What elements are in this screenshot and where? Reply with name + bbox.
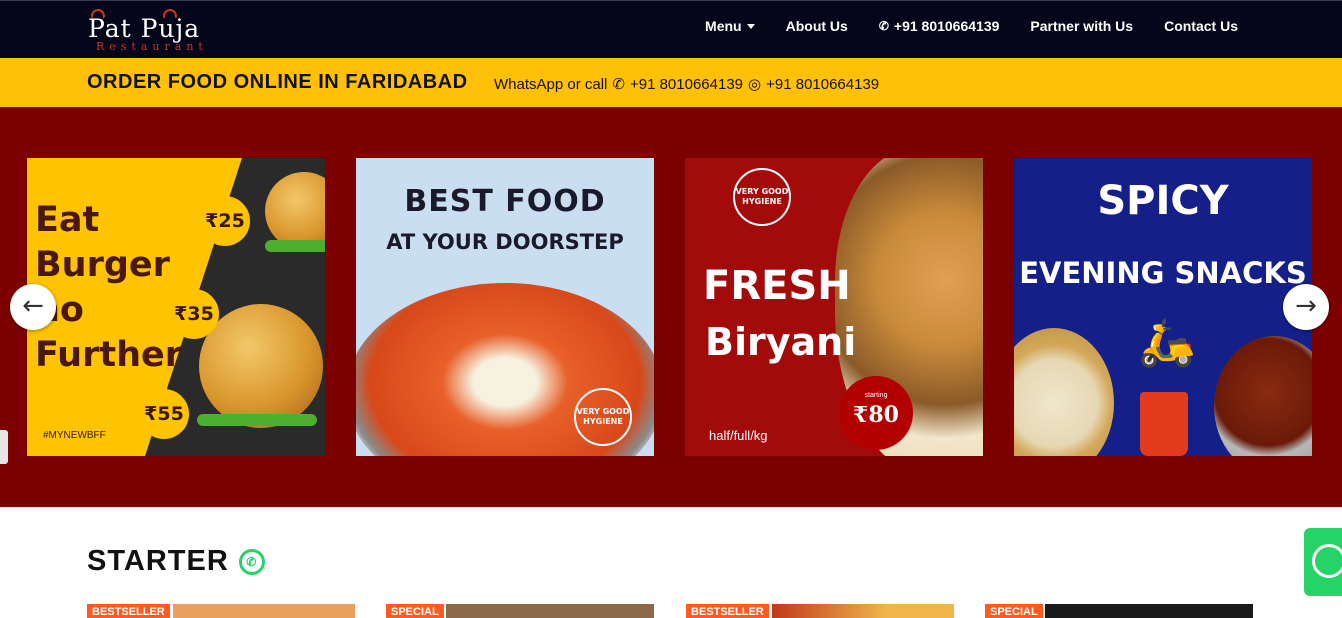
brand-name: Pat Puja <box>88 14 201 43</box>
nav-menu: Menu About Us ✆ +91 8010664139 Partner w… <box>705 18 1238 34</box>
hygiene-badge: VERY GOOD HYGIENE <box>733 168 791 226</box>
carousel-prev-button[interactable]: ← <box>10 284 56 330</box>
card-tag: BESTSELLER <box>686 604 769 618</box>
contact-prefix: WhatsApp or call <box>494 75 608 93</box>
whatsapp-float-button[interactable] <box>1304 528 1342 596</box>
slide-subtitle: Biryani <box>705 320 857 364</box>
price-badge: ₹25 <box>200 196 250 246</box>
slide-headline: Eat Burger no Further <box>35 198 182 378</box>
headline-line: no <box>35 290 84 330</box>
strip-title: ORDER FOOD ONLINE IN FARIDABAD <box>87 71 468 93</box>
nav-item-label: +91 8010664139 <box>893 18 1000 34</box>
caret-down-icon <box>746 23 755 29</box>
slide-title: BEST FOOD <box>404 184 606 219</box>
price-badge: ₹55 <box>139 389 189 439</box>
order-online-strip: ORDER FOOD ONLINE IN FARIDABAD WhatsApp … <box>0 58 1342 107</box>
whatsapp-icon <box>1312 544 1342 578</box>
card-tag: SPECIAL <box>985 604 1043 618</box>
carousel-slide-biryani[interactable]: VERY GOOD HYGIENE FRESH Biryani starting… <box>685 158 983 456</box>
nav-item-partner[interactable]: Partner with Us <box>1030 18 1133 34</box>
starting-price-badge: starting ₹80 <box>839 376 913 450</box>
top-navbar: Pat Puja Restaurant Menu About Us ✆ +91 … <box>0 0 1342 58</box>
price-badge: ₹35 <box>169 289 219 339</box>
phone-icon: ✆ <box>878 19 889 33</box>
price-label: starting <box>864 392 888 399</box>
nav-item-phone[interactable]: ✆ +91 8010664139 <box>879 18 1000 34</box>
nav-item-label: Partner with Us <box>1030 18 1134 34</box>
slide-title: SPICY <box>1097 178 1229 224</box>
section-heading: STARTER ✆ <box>87 545 265 578</box>
nav-item-contact[interactable]: Contact Us <box>1164 18 1238 34</box>
arrow-left-icon: ← <box>22 291 44 321</box>
slide-subtitle: EVENING SNACKS <box>1019 256 1307 290</box>
portion-note: half/full/kg <box>709 428 768 443</box>
burger-image <box>265 172 325 250</box>
momos-image <box>1014 328 1114 456</box>
card-tag: BESTSELLER <box>87 604 170 618</box>
phone-link[interactable]: +91 8010664139 <box>630 76 743 93</box>
manchurian-image <box>1214 336 1312 456</box>
nav-item-menu[interactable]: Menu <box>705 18 755 34</box>
carousel-slide-burger[interactable]: Eat Burger no Further ₹25 ₹35 ₹55 #MYNEW… <box>27 158 325 456</box>
offers-carousel: Eat Burger no Further ₹25 ₹35 ₹55 #MYNEW… <box>0 107 1342 507</box>
menu-card[interactable]: SPECIAL <box>386 604 654 618</box>
burger-lettuce <box>265 240 325 252</box>
slide-title: FRESH <box>703 263 851 309</box>
whatsapp-icon[interactable]: ✆ <box>238 548 265 575</box>
delivery-scooter-icon: 🛵 <box>1138 315 1196 369</box>
headline-line: Eat <box>35 200 100 240</box>
hygiene-badge: VERY GOOD HYGIENE <box>574 388 632 446</box>
nav-item-label: Menu <box>705 18 742 34</box>
menu-card[interactable]: BESTSELLER <box>87 604 355 618</box>
side-handle[interactable] <box>0 430 8 464</box>
brand-logo[interactable]: Pat Puja Restaurant <box>86 6 246 56</box>
carousel-slide-snacks[interactable]: 🛵 SPICY EVENING SNACKS <box>1014 158 1312 456</box>
burger-image <box>199 304 323 428</box>
brand-tagline: Restaurant <box>96 40 208 53</box>
headline-line: Further <box>35 335 182 375</box>
nav-item-about[interactable]: About Us <box>786 18 848 34</box>
fries-image <box>1140 392 1188 456</box>
strip-contact: WhatsApp or call ✆ +91 8010664139 ◎ +91 … <box>494 75 879 94</box>
nav-item-label: About Us <box>785 18 848 34</box>
menu-card[interactable]: BESTSELLER <box>686 604 954 618</box>
phone-icon: ✆ <box>612 76 625 93</box>
nav-item-label: Contact Us <box>1164 18 1238 34</box>
burger-lettuce <box>197 414 317 426</box>
menu-card[interactable]: SPECIAL <box>985 604 1253 618</box>
section-title: STARTER <box>87 545 229 577</box>
card-tag: SPECIAL <box>386 604 444 618</box>
carousel-next-button[interactable]: → <box>1283 284 1329 330</box>
price-value: ₹80 <box>853 402 899 428</box>
arrow-right-icon: → <box>1295 291 1317 321</box>
carousel-slide-doorstep[interactable]: BEST FOOD AT YOUR DOORSTEP VERY GOOD HYG… <box>356 158 654 456</box>
slide-hashtag: #MYNEWBFF <box>43 430 106 441</box>
slide-subtitle: AT YOUR DOORSTEP <box>386 230 624 254</box>
whatsapp-icon: ◎ <box>748 76 762 93</box>
whatsapp-link[interactable]: +91 8010664139 <box>766 76 879 93</box>
headline-line: Burger <box>35 245 170 285</box>
